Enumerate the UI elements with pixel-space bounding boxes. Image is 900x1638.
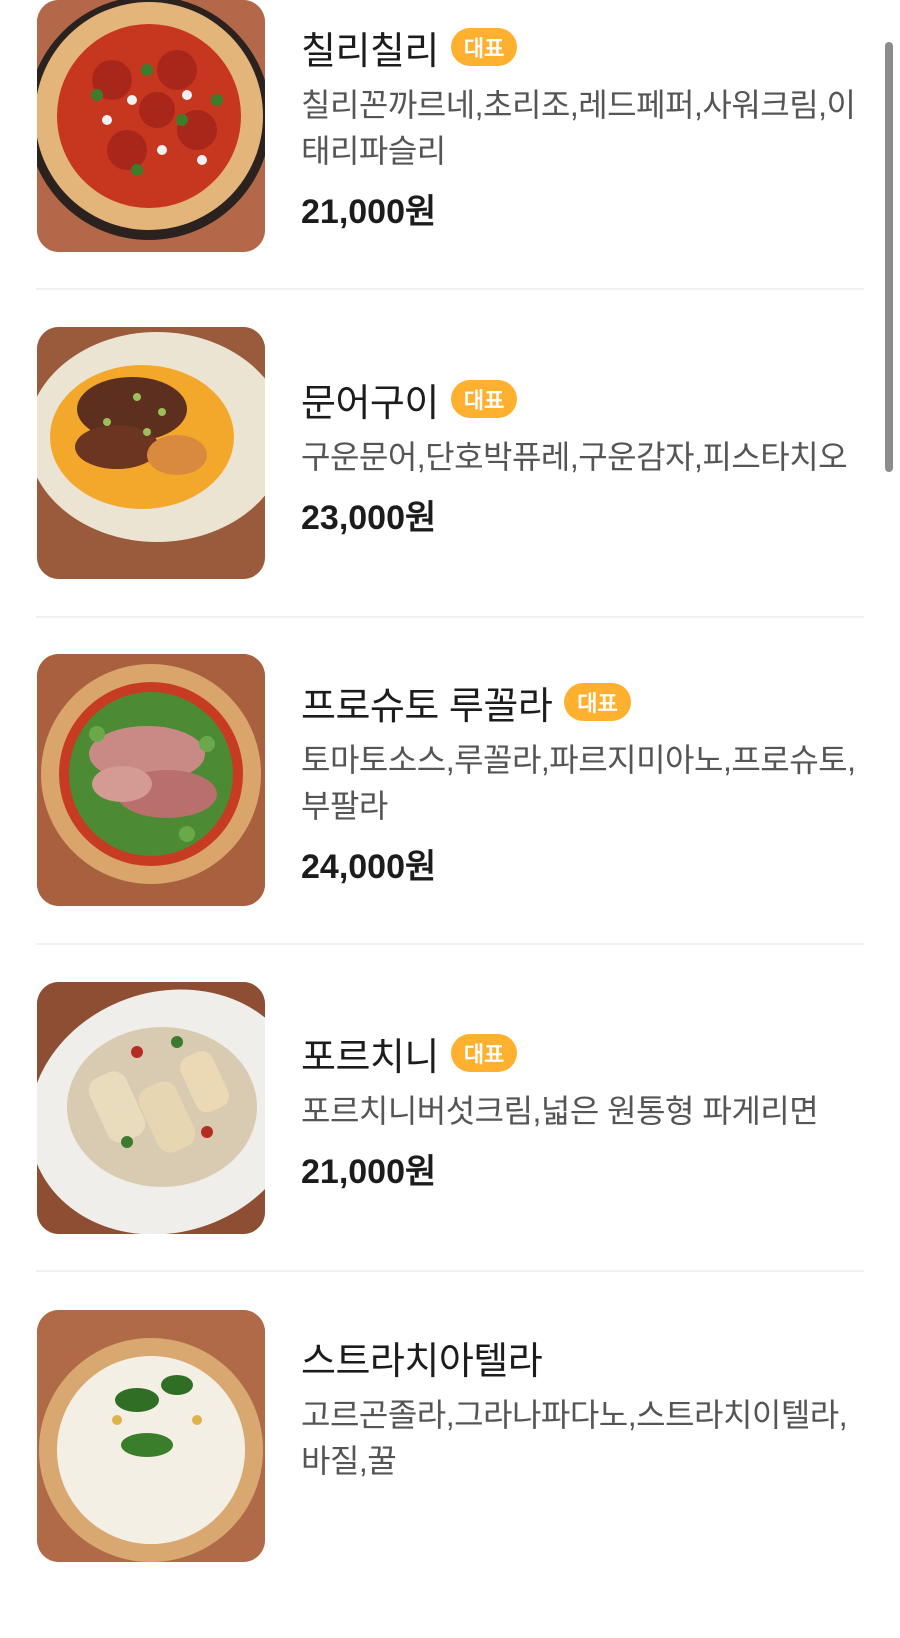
representative-badge: 대표: [450, 1034, 518, 1072]
menu-item-text: 칠리칠리 대표 칠리꼰까르네,초리조,레드페퍼,사워크림,이태리파슬리 21,0…: [301, 22, 871, 233]
divider: [36, 288, 864, 290]
menu-item-price: 21,000원: [301, 193, 437, 231]
divider: [36, 943, 864, 945]
pizza-prosciutto-icon: [37, 654, 265, 906]
menu-item-description: 토마토소스,루꼴라,파르지미아노,프로슈토,부팔라: [301, 742, 856, 824]
title-row: 칠리칠리 대표: [301, 22, 871, 73]
pizza-white-icon: [37, 1310, 265, 1562]
menu-item-price: 21,000원: [301, 1153, 437, 1191]
menu-item-porcini[interactable]: 포르치니 대표 포르치니버섯크림,넓은 원통형 파게리면 21,000원: [36, 982, 864, 1310]
menu-item-name: 문어구이: [301, 382, 439, 425]
representative-badge: 대표: [450, 380, 518, 418]
grilled-octopus-icon: [37, 327, 265, 579]
menu-item-name: 포르치니: [301, 1036, 439, 1079]
menu-item-text: 프로슈토 루꼴라 대표 토마토소스,루꼴라,파르지미아노,프로슈토,부팔라 24…: [301, 677, 871, 888]
menu-item-grilled-octopus[interactable]: 문어구이 대표 구운문어,단호박퓨레,구운감자,피스타치오 23,000원: [36, 327, 864, 656]
porcini-pasta-icon: [37, 982, 265, 1234]
title-row: 포르치니 대표: [301, 1028, 871, 1079]
menu-item-chili-chili[interactable]: 칠리칠리 대표 칠리꼰까르네,초리조,레드페퍼,사워크림,이태리파슬리 21,0…: [36, 0, 864, 328]
menu-item-prosciutto-rucola[interactable]: 프로슈토 루꼴라 대표 토마토소스,루꼴라,파르지미아노,프로슈토,부팔라 24…: [36, 654, 864, 983]
menu-item-name: 스트라치아텔라: [301, 1340, 543, 1383]
menu-item-price: 24,000원: [301, 848, 437, 886]
title-row: 문어구이 대표: [301, 374, 871, 425]
scrollbar[interactable]: [885, 42, 893, 472]
menu-item-description: 구운문어,단호박퓨레,구운감자,피스타치오: [301, 439, 848, 475]
menu-item-name: 프로슈토 루꼴라: [301, 685, 553, 728]
menu-item-description: 포르치니버섯크림,넓은 원통형 파게리면: [301, 1093, 819, 1129]
menu-item-description: 칠리꼰까르네,초리조,레드페퍼,사워크림,이태리파슬리: [301, 87, 856, 169]
menu-item-text: 문어구이 대표 구운문어,단호박퓨레,구운감자,피스타치오 23,000원: [301, 374, 871, 539]
menu-item-stracciatella[interactable]: 스트라치아텔라 고르곤졸라,그라나파다노,스트라치이텔라,바질,꿀: [36, 1310, 864, 1638]
menu-item-text: 스트라치아텔라 고르곤졸라,그라나파다노,스트라치이텔라,바질,꿀: [301, 1332, 871, 1484]
menu-item-name: 칠리칠리: [301, 30, 439, 73]
representative-badge: 대표: [450, 28, 518, 66]
representative-badge: 대표: [564, 683, 631, 721]
title-row: 스트라치아텔라: [301, 1332, 871, 1383]
menu-item-price: 23,000원: [301, 499, 437, 537]
pizza-pepperoni-icon: [37, 0, 265, 252]
title-row: 프로슈토 루꼴라 대표: [301, 677, 871, 728]
menu-item-description: 고르곤졸라,그라나파다노,스트라치이텔라,바질,꿀: [301, 1397, 848, 1479]
divider: [36, 616, 864, 618]
menu-item-text: 포르치니 대표 포르치니버섯크림,넓은 원통형 파게리면 21,000원: [301, 1028, 871, 1193]
divider: [36, 1270, 864, 1272]
